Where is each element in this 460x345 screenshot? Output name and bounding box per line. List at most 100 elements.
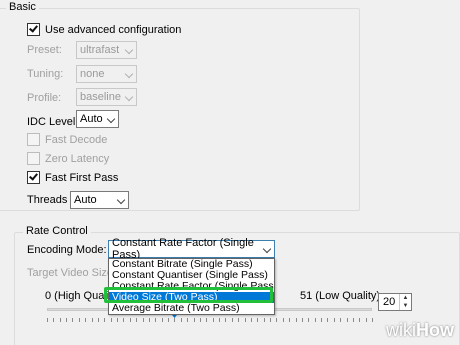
slider-tick (142, 318, 144, 322)
slider-tick (301, 318, 303, 322)
chevron-down-icon (126, 94, 133, 101)
slider-tick (180, 318, 182, 322)
slider-tick (66, 318, 68, 322)
checkmark-icon (29, 23, 38, 33)
spinner-buttons[interactable]: ▲ ▼ (399, 294, 411, 310)
chevron-down-icon (126, 71, 133, 78)
slider-tick (295, 318, 297, 322)
threads-value: Auto (74, 194, 97, 206)
slider-tick (276, 318, 278, 322)
chevron-down-icon (108, 116, 115, 123)
idc-label: IDC Level: (27, 116, 79, 128)
slider-tick (104, 318, 106, 322)
preset-select[interactable]: ultrafast (76, 41, 137, 59)
slider-tick (187, 318, 189, 322)
slider-tick (161, 318, 163, 322)
checkbox-box[interactable] (27, 23, 40, 36)
watermark-part1: wiki (386, 320, 416, 340)
preset-value: ultrafast (80, 44, 120, 56)
slider-tick (327, 318, 329, 322)
fast-decode-checkbox[interactable]: Fast Decode (27, 133, 107, 146)
profile-select[interactable]: baseline (76, 88, 137, 106)
chevron-down-icon (264, 246, 271, 253)
quality-slider-ticks (47, 318, 373, 324)
preset-row: Preset: (27, 44, 62, 56)
chevron-down-icon (126, 47, 133, 54)
spin-down-icon[interactable]: ▼ (400, 302, 411, 310)
target-video-size-label: Target Video Size: (27, 267, 117, 279)
slider-tick (289, 318, 291, 322)
slider-max-label-row: 51 (Low Quality) (300, 290, 380, 302)
encoding-mode-row: Encoding Mode: (27, 244, 107, 256)
slider-tick (244, 318, 246, 322)
quality-value: 20 (383, 296, 396, 308)
watermark-part2: How (416, 320, 454, 340)
slider-tick (199, 318, 201, 322)
use-advanced-checkbox[interactable]: Use advanced configuration (27, 23, 181, 36)
slider-tick (359, 318, 361, 322)
fast-first-pass-checkbox[interactable]: Fast First Pass (27, 171, 118, 184)
profile-row: Profile: (27, 92, 61, 104)
slider-tick (346, 318, 348, 322)
slider-tick (257, 318, 259, 322)
checkbox-box[interactable] (27, 133, 40, 146)
slider-tick (365, 318, 367, 322)
selection-highlight-box (104, 287, 273, 303)
encoding-mode-select[interactable]: Constant Rate Factor (Single Pass) (108, 237, 275, 261)
slider-tick (72, 318, 74, 322)
idc-value: Auto (80, 113, 103, 125)
idc-select[interactable]: Auto (76, 110, 119, 128)
profile-value: baseline (80, 91, 121, 103)
checkmark-icon (29, 171, 38, 181)
dropdown-option[interactable]: Constant Quantiser (Single Pass) (109, 270, 274, 281)
slider-tick (231, 318, 233, 322)
slider-tick (282, 318, 284, 322)
wikihow-watermark: wiki How (386, 320, 454, 341)
slider-tick (340, 318, 342, 322)
slider-tick (123, 318, 125, 322)
slider-tick (47, 318, 48, 322)
slider-tick (219, 318, 221, 322)
encoding-mode-label: Encoding Mode: (27, 244, 107, 256)
dropdown-option[interactable]: Constant Bitrate (Single Pass) (109, 259, 274, 270)
slider-tick (110, 318, 112, 322)
slider-tick (352, 318, 354, 322)
slider-tick (59, 318, 61, 322)
spin-up-icon[interactable]: ▲ (400, 294, 411, 302)
quality-spinner[interactable]: 20 ▲ ▼ (378, 293, 412, 311)
checkbox-box[interactable] (27, 171, 40, 184)
target-size-row: Target Video Size: (27, 267, 116, 279)
slider-tick (174, 318, 176, 322)
chevron-down-icon (118, 197, 125, 204)
basic-group-title: Basic (6, 1, 39, 13)
slider-tick (321, 318, 323, 322)
tuning-row: Tuning: (27, 68, 63, 80)
slider-tick (372, 318, 373, 322)
slider-tick (333, 318, 335, 322)
fast-decode-label: Fast Decode (45, 133, 108, 146)
checkbox-box[interactable] (27, 152, 40, 165)
threads-label: Threads (27, 194, 68, 206)
rate-control-title: Rate Control (23, 225, 91, 237)
slider-tick (225, 318, 227, 322)
tuning-label: Tuning: (27, 68, 64, 80)
slider-max-label: 51 (Low Quality) (300, 290, 381, 302)
dropdown-option[interactable]: Average Bitrate (Two Pass) (109, 303, 274, 314)
slider-tick (53, 318, 55, 322)
slider-tick (250, 318, 252, 322)
slider-tick (91, 318, 93, 322)
preset-label: Preset: (27, 44, 62, 56)
slider-tick (212, 318, 214, 322)
slider-tick (136, 318, 138, 322)
slider-tick (238, 318, 240, 322)
fast-first-pass-label: Fast First Pass (45, 171, 119, 184)
slider-tick (148, 318, 150, 322)
tuning-select[interactable]: none (76, 65, 137, 83)
slider-tick (117, 318, 119, 322)
threads-row: Threads (27, 194, 67, 206)
tuning-value: none (80, 68, 105, 80)
slider-tick (206, 318, 208, 322)
zero-latency-checkbox[interactable]: Zero Latency (27, 152, 109, 165)
threads-select[interactable]: Auto (70, 191, 129, 209)
slider-tick (78, 318, 80, 322)
